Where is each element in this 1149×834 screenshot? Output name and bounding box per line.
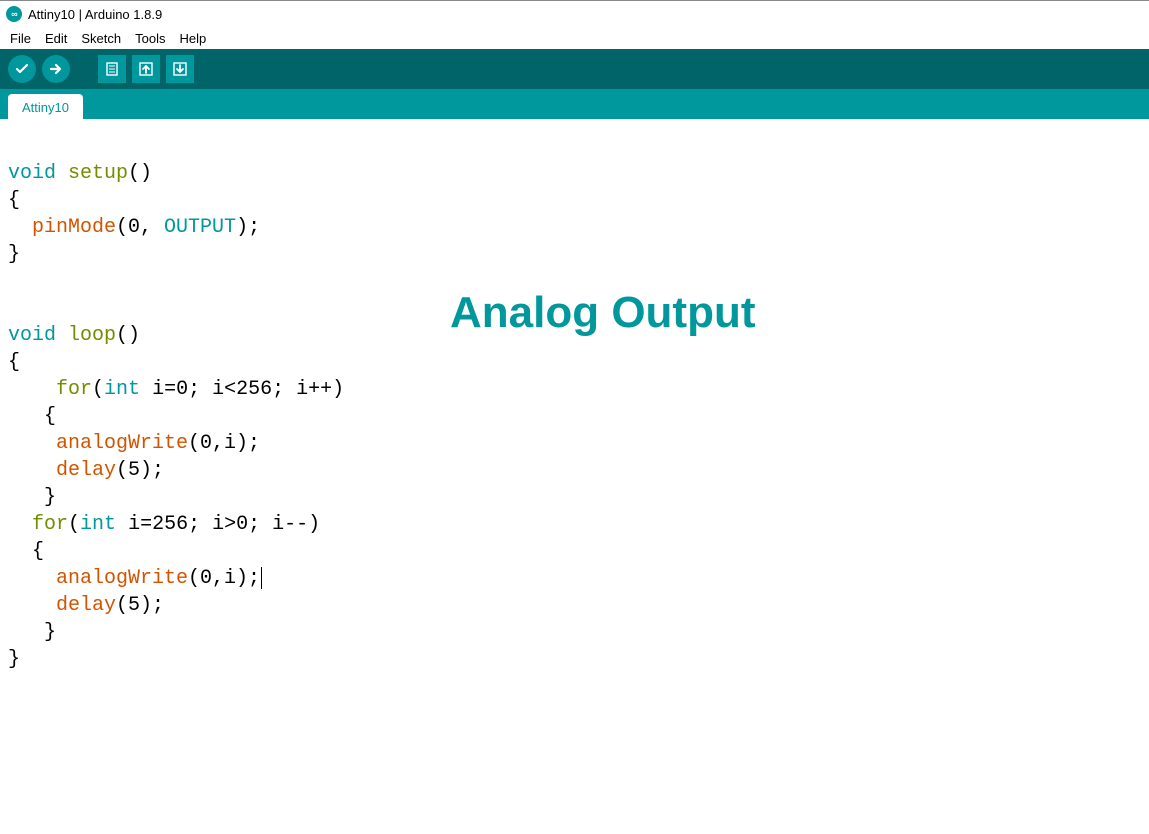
- code-text: (0,i);: [188, 567, 260, 590]
- kw-for: for: [56, 378, 92, 401]
- kw-void: void: [8, 324, 56, 347]
- menu-sketch[interactable]: Sketch: [75, 29, 127, 48]
- code-text: i=0; i<256; i++): [140, 378, 344, 401]
- upload-button[interactable]: [42, 55, 70, 83]
- open-button[interactable]: [132, 55, 160, 83]
- code-text: }: [8, 486, 56, 509]
- text-cursor: [261, 567, 262, 589]
- code-editor[interactable]: void setup() { pinMode(0, OUTPUT); } voi…: [0, 119, 1149, 834]
- code-text: (5);: [116, 594, 164, 617]
- code-text: );: [236, 216, 260, 239]
- fn-analogwrite: analogWrite: [56, 567, 188, 590]
- window-title: Attiny10 | Arduino 1.8.9: [28, 7, 162, 22]
- const-output: OUTPUT: [164, 216, 236, 239]
- code-text: (0,i);: [188, 432, 260, 455]
- fn-analogwrite: analogWrite: [56, 432, 188, 455]
- toolbar: [0, 49, 1149, 89]
- menu-file[interactable]: File: [4, 29, 37, 48]
- fn-pinmode: pinMode: [32, 216, 116, 239]
- arrow-up-icon: [138, 61, 154, 77]
- menu-edit[interactable]: Edit: [39, 29, 73, 48]
- kw-for: for: [32, 513, 68, 536]
- save-button[interactable]: [166, 55, 194, 83]
- kw-int: int: [80, 513, 116, 536]
- check-icon: [14, 61, 30, 77]
- code-text: (: [68, 513, 80, 536]
- code-text: (5);: [116, 459, 164, 482]
- verify-button[interactable]: [8, 55, 36, 83]
- menu-bar: File Edit Sketch Tools Help: [0, 27, 1149, 49]
- fn-loop: loop: [68, 324, 116, 347]
- title-bar: ∞ Attiny10 | Arduino 1.8.9: [0, 1, 1149, 27]
- code-text: {: [8, 405, 56, 428]
- arduino-icon: ∞: [6, 6, 22, 22]
- code-text: {: [8, 189, 20, 212]
- arrow-right-icon: [48, 61, 64, 77]
- code-text: (0,: [116, 216, 164, 239]
- menu-tools[interactable]: Tools: [129, 29, 171, 48]
- tab-attiny10[interactable]: Attiny10: [8, 94, 83, 119]
- code-text: }: [8, 243, 20, 266]
- menu-help[interactable]: Help: [173, 29, 212, 48]
- fn-setup: setup: [68, 162, 128, 185]
- code-text: i=256; i>0; i--): [116, 513, 320, 536]
- arrow-down-icon: [172, 61, 188, 77]
- code-text: }: [8, 621, 56, 644]
- tab-strip: Attiny10: [0, 89, 1149, 119]
- code-text: {: [8, 540, 44, 563]
- fn-delay: delay: [56, 594, 116, 617]
- kw-void: void: [8, 162, 56, 185]
- code-text: (): [128, 162, 152, 185]
- kw-int: int: [104, 378, 140, 401]
- overlay-title: Analog Output: [450, 299, 756, 326]
- code-text: (: [92, 378, 104, 401]
- fn-delay: delay: [56, 459, 116, 482]
- code-text: {: [8, 351, 20, 374]
- code-text: (): [116, 324, 140, 347]
- file-icon: [104, 61, 120, 77]
- code-text: }: [8, 648, 20, 671]
- new-button[interactable]: [98, 55, 126, 83]
